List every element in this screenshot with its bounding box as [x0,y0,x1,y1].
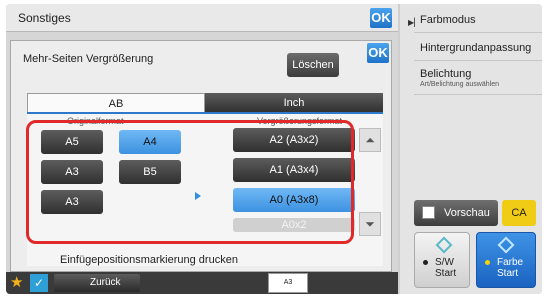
double-chevron-up-icon: ⏶ [365,133,375,147]
divider [414,32,542,33]
bw-start-line2: Start [435,268,457,279]
start-diamond-icon [435,236,453,254]
star-icon[interactable]: ★ [10,273,23,293]
preview-button[interactable]: Vorschau [414,200,498,226]
insert-position-mark-label: Einfügepositionsmarkierung drucken [60,254,238,266]
side-item-sublabel: Art/Belichtung auswählen [420,81,499,88]
side-item-label: Belichtung [420,68,472,80]
background-title: Sonstiges [18,11,71,25]
check-icon[interactable]: ✓ [30,274,48,292]
color-indicator-icon [485,260,490,265]
bottom-bar: ★ ✓ Zurück A3 [6,272,398,294]
highlight-frame [26,120,354,244]
screen-frame: Sonstiges OK ▶▏ Farbmodus Hintergrundanp… [6,4,542,294]
double-chevron-down-icon: ⏷ [365,217,375,231]
ca-button[interactable]: CA [502,200,536,226]
side-item-hintergrundanpassung[interactable]: Hintergrundanpassung [420,42,542,54]
start-diamond-icon [497,236,515,254]
paper-size-indicator: A3 [268,273,308,293]
background-ok-button[interactable]: OK [370,8,392,28]
side-panel: ▶▏ Farbmodus Hintergrundanpassung Belich… [400,4,542,294]
divider [414,94,542,95]
divider [414,60,542,61]
dialog-ok-button[interactable]: OK [367,43,389,63]
side-item-label: Farbmodus [420,14,476,26]
preview-label: Vorschau [444,207,490,219]
scroll-up-button[interactable]: ⏶ [359,128,381,152]
preview-icon [422,206,435,219]
play-icon: ▶▏ [408,18,421,27]
background-header: Sonstiges OK [6,4,398,32]
color-start-label: Farbe Start [497,257,523,279]
side-item-label: Hintergrundanpassung [420,42,532,54]
bw-indicator-icon [423,260,428,265]
color-start-button[interactable]: Farbe Start [476,232,536,288]
bw-start-line1: S/W [435,257,454,268]
bw-start-label: S/W Start [435,257,456,279]
back-button[interactable]: Zurück [54,274,140,292]
tab-ab[interactable]: AB [27,93,205,113]
clear-button[interactable]: Löschen [287,53,339,77]
dialog-title: Mehr-Seiten Vergrößerung [23,53,154,65]
side-item-farbmodus[interactable]: Farbmodus [420,14,542,26]
scroll-down-button[interactable]: ⏷ [359,212,381,236]
side-item-belichtung[interactable]: Belichtung Art/Belichtung auswählen [420,68,542,88]
color-start-line1: Farbe [497,257,524,268]
tab-inch[interactable]: Inch [205,93,383,113]
bw-start-button[interactable]: S/W Start [414,232,470,288]
color-start-line2: Start [497,268,519,279]
